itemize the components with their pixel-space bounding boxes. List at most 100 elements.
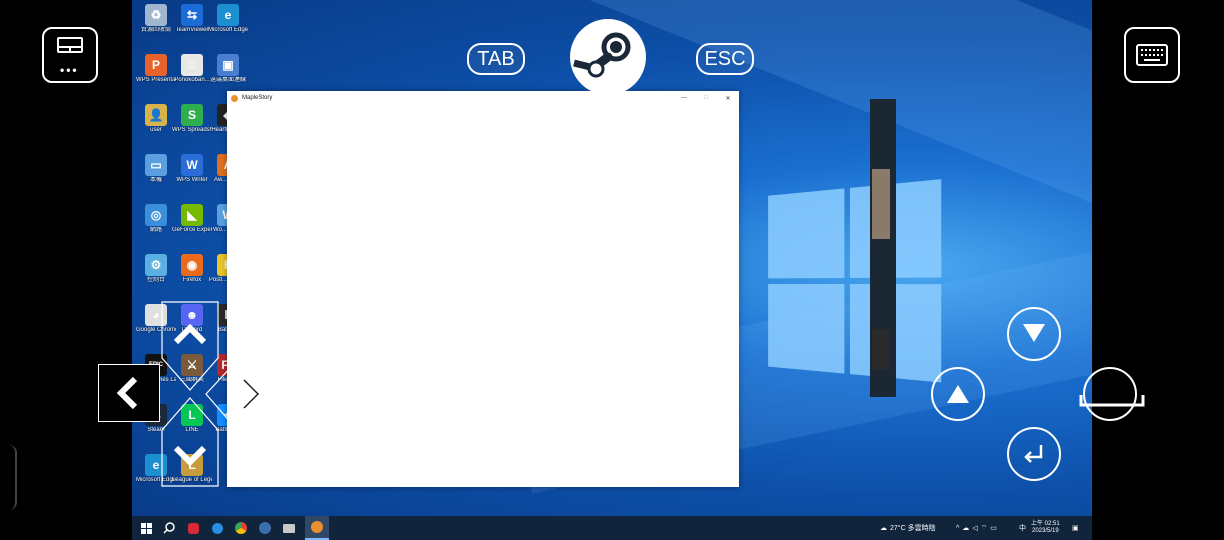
desktop-app-icon: ⚙ bbox=[145, 254, 167, 276]
desktop-app-icon: S bbox=[181, 104, 203, 126]
enter-button[interactable] bbox=[1007, 427, 1061, 481]
taskbar: ☁ 27°C 多雲時陰 ^ ☁ ◁ ⌔ ▭ 中 上午 02:51 2023/5/… bbox=[132, 516, 1092, 540]
chevron-left-icon bbox=[116, 376, 138, 410]
desktop-icon-label: Microsoft Edge bbox=[208, 27, 248, 33]
desktop-icon-label: 網路 bbox=[149, 227, 162, 233]
dpad-up-button[interactable] bbox=[162, 302, 218, 358]
tab-key-button[interactable]: TAB bbox=[467, 43, 525, 75]
desktop-app-icon: W bbox=[181, 154, 203, 176]
dpad-left-button[interactable] bbox=[98, 364, 160, 422]
maximize-button[interactable]: □ bbox=[695, 95, 717, 101]
desktop-icon[interactable]: SWPS Spreadshe... bbox=[172, 104, 212, 134]
desktop-icon[interactable]: ♻ 資源回收筒 bbox=[136, 4, 176, 34]
keyboard-icon bbox=[1136, 44, 1168, 66]
battle-icon[interactable] bbox=[208, 519, 226, 537]
desktop-app-icon: ▭ bbox=[145, 154, 167, 176]
video-icon[interactable] bbox=[184, 519, 202, 537]
desktop-app-icon: ◣ bbox=[181, 204, 203, 226]
dpad bbox=[96, 298, 286, 490]
battery-icon[interactable]: ▭ bbox=[990, 524, 1000, 532]
maplestory-icon[interactable] bbox=[305, 516, 329, 540]
search-icon[interactable] bbox=[160, 519, 178, 537]
maplestory-window[interactable]: MapleStory — □ ✕ bbox=[227, 91, 739, 487]
desktop-app-icon: ☺ bbox=[181, 54, 203, 76]
desktop-icon-label: Firefox bbox=[182, 277, 202, 283]
weather-icon: ☁ bbox=[880, 525, 887, 532]
close-button[interactable]: ✕ bbox=[717, 95, 739, 102]
desktop-app-icon: ◉ bbox=[181, 254, 203, 276]
space-button[interactable] bbox=[1079, 367, 1145, 421]
desktop-app-icon: ▣ bbox=[217, 54, 239, 76]
desktop-app-icon: ♻ bbox=[145, 4, 167, 26]
dpad-down-button[interactable] bbox=[162, 430, 218, 486]
desktop-icon[interactable]: W WPS Writer bbox=[172, 154, 212, 184]
notification-icon[interactable]: ▣ bbox=[1072, 516, 1079, 540]
clock-time: 上午 02:51 bbox=[1031, 521, 1060, 527]
desktop-icon[interactable]: ☺ Ponokoban... bbox=[172, 54, 212, 84]
touchpad-icon bbox=[57, 37, 83, 53]
background-window-edge bbox=[870, 99, 896, 397]
windows-logo bbox=[768, 179, 946, 388]
desktop-icon-label: 遠端桌面連線 bbox=[209, 77, 246, 83]
wifi-icon[interactable]: ⌔ bbox=[981, 524, 991, 533]
touchpad-menu-button[interactable]: ••• bbox=[42, 27, 98, 83]
desktop-icon[interactable]: ▭ 本機 bbox=[136, 154, 176, 184]
space-bar-icon bbox=[1079, 395, 1145, 407]
desktop-icon-label: user bbox=[150, 127, 162, 133]
dpad-right-button[interactable] bbox=[230, 366, 284, 424]
maplestory-app-icon bbox=[231, 94, 238, 102]
desktop-app-icon: P bbox=[145, 54, 167, 76]
desktop-icon[interactable]: 👤 user bbox=[136, 104, 176, 134]
chrome-icon[interactable] bbox=[232, 519, 250, 537]
esc-key-button[interactable]: ESC bbox=[696, 43, 754, 75]
desktop-icon-label: TeamViewer bbox=[175, 27, 209, 33]
explorer-icon[interactable] bbox=[280, 519, 298, 537]
desktop-icon[interactable]: e Microsoft Edge bbox=[208, 4, 248, 34]
desktop-icon[interactable]: ⇆ TeamViewer bbox=[172, 4, 212, 34]
window-titlebar[interactable]: MapleStory — □ ✕ bbox=[227, 91, 739, 105]
desktop-icon-label: 控制台 bbox=[146, 277, 165, 283]
desktop-icon-label: WPS Spreadshe... bbox=[172, 127, 212, 133]
steam-icon[interactable] bbox=[256, 519, 274, 537]
desktop-icon-label: Ponokoban... bbox=[174, 77, 210, 83]
weather-widget[interactable]: ☁ 27°C 多雲時陰 bbox=[880, 516, 936, 540]
keyboard-button[interactable] bbox=[1124, 27, 1180, 83]
tab-key-label: TAB bbox=[477, 47, 515, 70]
desktop-icon-label: GeForce Experience bbox=[172, 227, 212, 233]
tray-icons[interactable]: ^ ☁ ◁ ⌔ ▭ bbox=[956, 516, 1000, 540]
chevron-right-icon bbox=[243, 379, 260, 409]
steam-menu-button[interactable] bbox=[570, 19, 646, 95]
arrow-down-button[interactable] bbox=[1007, 307, 1061, 361]
desktop-app-icon: ◎ bbox=[145, 204, 167, 226]
esc-key-label: ESC bbox=[704, 47, 746, 70]
desktop-icon[interactable]: ◉ Firefox bbox=[172, 254, 212, 284]
triangle-down-icon bbox=[1023, 324, 1045, 342]
arrow-up-button[interactable] bbox=[931, 367, 985, 421]
cloud-icon[interactable]: ☁ bbox=[962, 524, 972, 532]
clock[interactable]: 上午 02:51 2023/5/19 bbox=[1031, 516, 1060, 540]
more-dots-icon: ••• bbox=[60, 63, 79, 77]
desktop-icon[interactable]: ◣GeForce Experience bbox=[172, 204, 212, 234]
side-edge-handle[interactable] bbox=[3, 445, 17, 510]
speaker-icon[interactable]: ◁ bbox=[972, 524, 980, 532]
desktop-icon[interactable]: PWPS Presentation bbox=[136, 54, 176, 84]
desktop-app-icon: ⇆ bbox=[181, 4, 203, 26]
desktop-icon-label: 本機 bbox=[149, 177, 162, 183]
start-icon[interactable] bbox=[137, 519, 155, 537]
desktop-icon[interactable]: ▣ 遠端桌面連線 bbox=[208, 54, 248, 84]
enter-icon bbox=[1024, 445, 1043, 463]
desktop-icon[interactable]: ◎ 網路 bbox=[136, 204, 176, 234]
weather-text: 27°C 多雲時陰 bbox=[890, 525, 936, 532]
chevron-down-icon bbox=[173, 445, 207, 467]
ime-indicator[interactable]: 中 bbox=[1019, 516, 1026, 540]
desktop-app-icon: e bbox=[217, 4, 239, 26]
desktop-icon-label: WPS Writer bbox=[176, 177, 208, 183]
minimize-button[interactable]: — bbox=[673, 95, 695, 101]
desktop-app-icon: 👤 bbox=[145, 104, 167, 126]
chevron-up-icon bbox=[173, 323, 207, 345]
desktop-icon-label: 資源回收筒 bbox=[140, 27, 171, 33]
desktop-icon[interactable]: ⚙ 控制台 bbox=[136, 254, 176, 284]
clock-date: 2023/5/19 bbox=[1031, 528, 1059, 534]
triangle-up-icon bbox=[947, 385, 969, 403]
steam-logo-icon bbox=[573, 32, 631, 78]
